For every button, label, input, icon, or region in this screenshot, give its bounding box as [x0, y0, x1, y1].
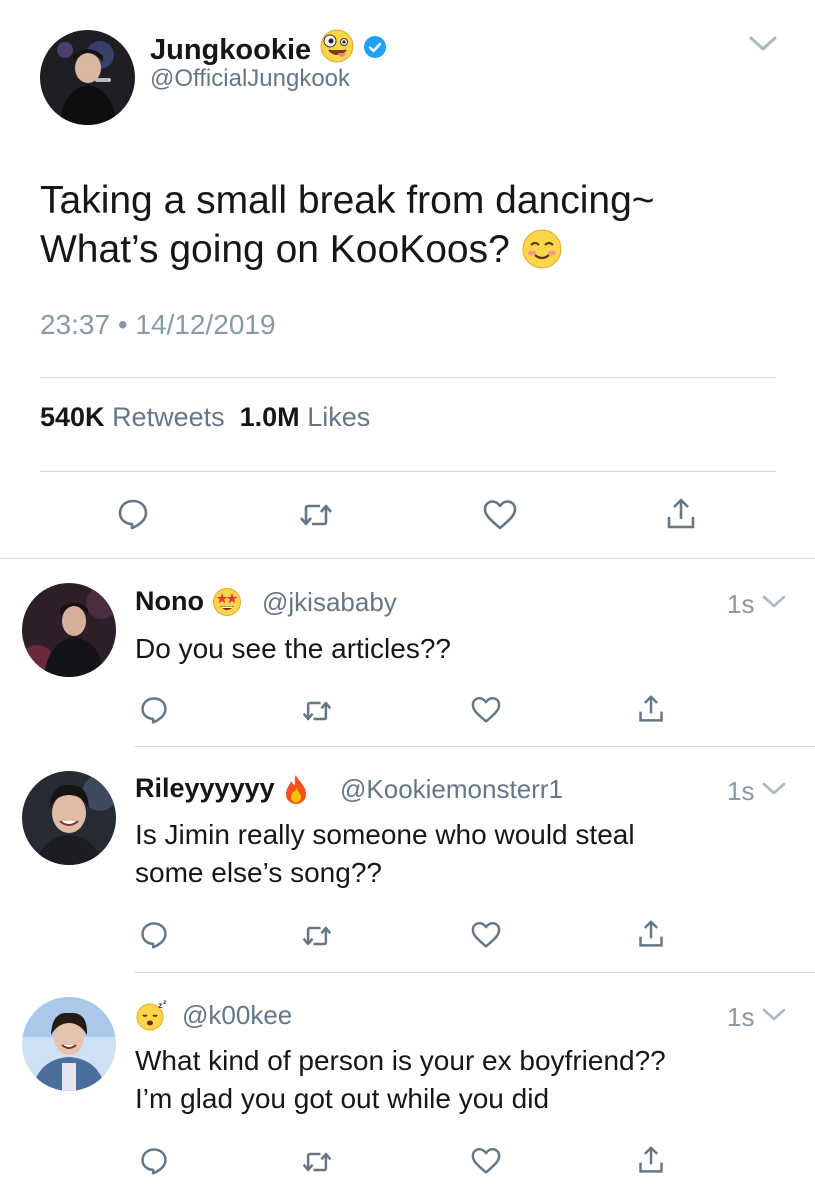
reply-button[interactable]: [136, 917, 172, 953]
reply-text: Do you see the articles??: [135, 630, 775, 668]
reply-button[interactable]: [136, 1143, 172, 1179]
divider: [40, 377, 776, 378]
chevron-down-icon[interactable]: [748, 34, 778, 59]
retweet-button[interactable]: [296, 498, 336, 532]
like-button[interactable]: [479, 496, 521, 534]
like-icon: [483, 500, 517, 530]
retweet-icon: [300, 504, 332, 526]
reply-author-name-row[interactable]: zz: [135, 999, 171, 1032]
reply-button[interactable]: [113, 494, 153, 534]
reply-time: 1s: [727, 589, 755, 619]
divider: [135, 746, 815, 747]
avatar-image: [22, 771, 116, 865]
retweet-icon: [302, 701, 332, 721]
reply-text-line: some else’s song??: [135, 857, 382, 888]
avatar-image: [22, 583, 116, 677]
divider: [0, 558, 815, 559]
like-label[interactable]: Likes: [307, 402, 370, 432]
reply-author-name[interactable]: Nono: [135, 586, 204, 616]
smiling-face-emoji-icon: [521, 227, 563, 276]
avatar[interactable]: [40, 30, 135, 125]
reply-author-handle[interactable]: @jkisababy: [262, 587, 397, 618]
retweet-button[interactable]: [299, 1148, 335, 1176]
reply-text: Is Jimin really someone who would steal …: [135, 816, 775, 892]
author-handle[interactable]: @OfficialJungkook: [150, 65, 350, 93]
avatar-image: [40, 30, 135, 125]
divider: [135, 972, 815, 973]
reply-author-name-row[interactable]: Rileyyyyyy: [135, 773, 310, 806]
retweet-count[interactable]: 540K: [40, 402, 105, 432]
share-button[interactable]: [661, 494, 701, 534]
star-struck-emoji-icon: [212, 587, 242, 618]
verified-icon: [363, 34, 387, 67]
fire-emoji-icon: [282, 773, 310, 806]
share-icon: [667, 498, 695, 529]
reply-text-line: Do you see the articles??: [135, 633, 451, 664]
avatar[interactable]: [22, 997, 116, 1091]
retweet-label[interactable]: Retweets: [112, 402, 225, 432]
share-button[interactable]: [634, 1143, 668, 1177]
chevron-down-icon[interactable]: [762, 594, 786, 615]
chevron-down-icon[interactable]: [762, 1007, 786, 1028]
reply-time: 1s: [727, 1002, 755, 1032]
reply-author-name-row[interactable]: Nono: [135, 586, 242, 618]
like-count[interactable]: 1.0M: [240, 402, 300, 432]
author-name[interactable]: Jungkookie: [150, 34, 311, 67]
like-icon: [471, 696, 501, 723]
retweet-button[interactable]: [299, 922, 335, 950]
like-button[interactable]: [468, 694, 504, 726]
like-button[interactable]: [468, 919, 504, 951]
reply-time: 1s: [727, 776, 755, 806]
reply-icon: [141, 1148, 167, 1175]
tweet-timestamp[interactable]: 23:37 • 14/12/2019: [40, 309, 276, 341]
reply-author-handle[interactable]: @k00kee: [182, 1000, 292, 1031]
reply-button[interactable]: [136, 692, 172, 728]
share-button[interactable]: [634, 692, 668, 726]
avatar-image: [22, 997, 116, 1091]
reply-text-line: Is Jimin really someone who would steal: [135, 819, 635, 850]
retweet-icon: [302, 1152, 332, 1172]
chevron-down-icon[interactable]: [762, 781, 786, 802]
share-icon: [639, 1146, 663, 1173]
tweet-text: Taking a small break from dancing~ What’…: [40, 176, 780, 276]
avatar[interactable]: [22, 771, 116, 865]
avatar[interactable]: [22, 583, 116, 677]
reply-text-line: What kind of person is your ex boyfriend…: [135, 1045, 666, 1076]
share-icon: [639, 920, 663, 947]
reply-author-handle[interactable]: @Kookiemonsterr1: [340, 774, 563, 805]
reply-text: What kind of person is your ex boyfriend…: [135, 1042, 775, 1118]
reply-author-name[interactable]: Rileyyyyyy: [135, 773, 275, 803]
like-icon: [471, 1147, 501, 1174]
reply-icon: [141, 922, 167, 949]
tweet-text-line-2: What’s going on KooKoos?: [40, 225, 780, 276]
share-button[interactable]: [634, 917, 668, 951]
main-tweet: Jungkookie @OfficialJungkook Taking a sm…: [0, 0, 815, 558]
svg-text:z: z: [163, 999, 167, 1006]
reply-icon: [141, 697, 167, 724]
tweet-text-line-1: Taking a small break from dancing~: [40, 179, 655, 222]
tweet-text-line-2-text: What’s going on KooKoos?: [40, 228, 510, 271]
like-button[interactable]: [468, 1145, 504, 1177]
divider: [40, 471, 776, 472]
share-icon: [639, 695, 663, 722]
sleeping-face-emoji-icon: zz: [135, 999, 171, 1032]
retweet-icon: [302, 926, 332, 946]
reply-text-line: I’m glad you got out while you did: [135, 1083, 550, 1114]
reply-icon: [118, 499, 148, 530]
tweet-stats: 540K Retweets 1.0M Likes: [40, 402, 370, 433]
like-icon: [471, 921, 501, 948]
retweet-button[interactable]: [299, 697, 335, 725]
